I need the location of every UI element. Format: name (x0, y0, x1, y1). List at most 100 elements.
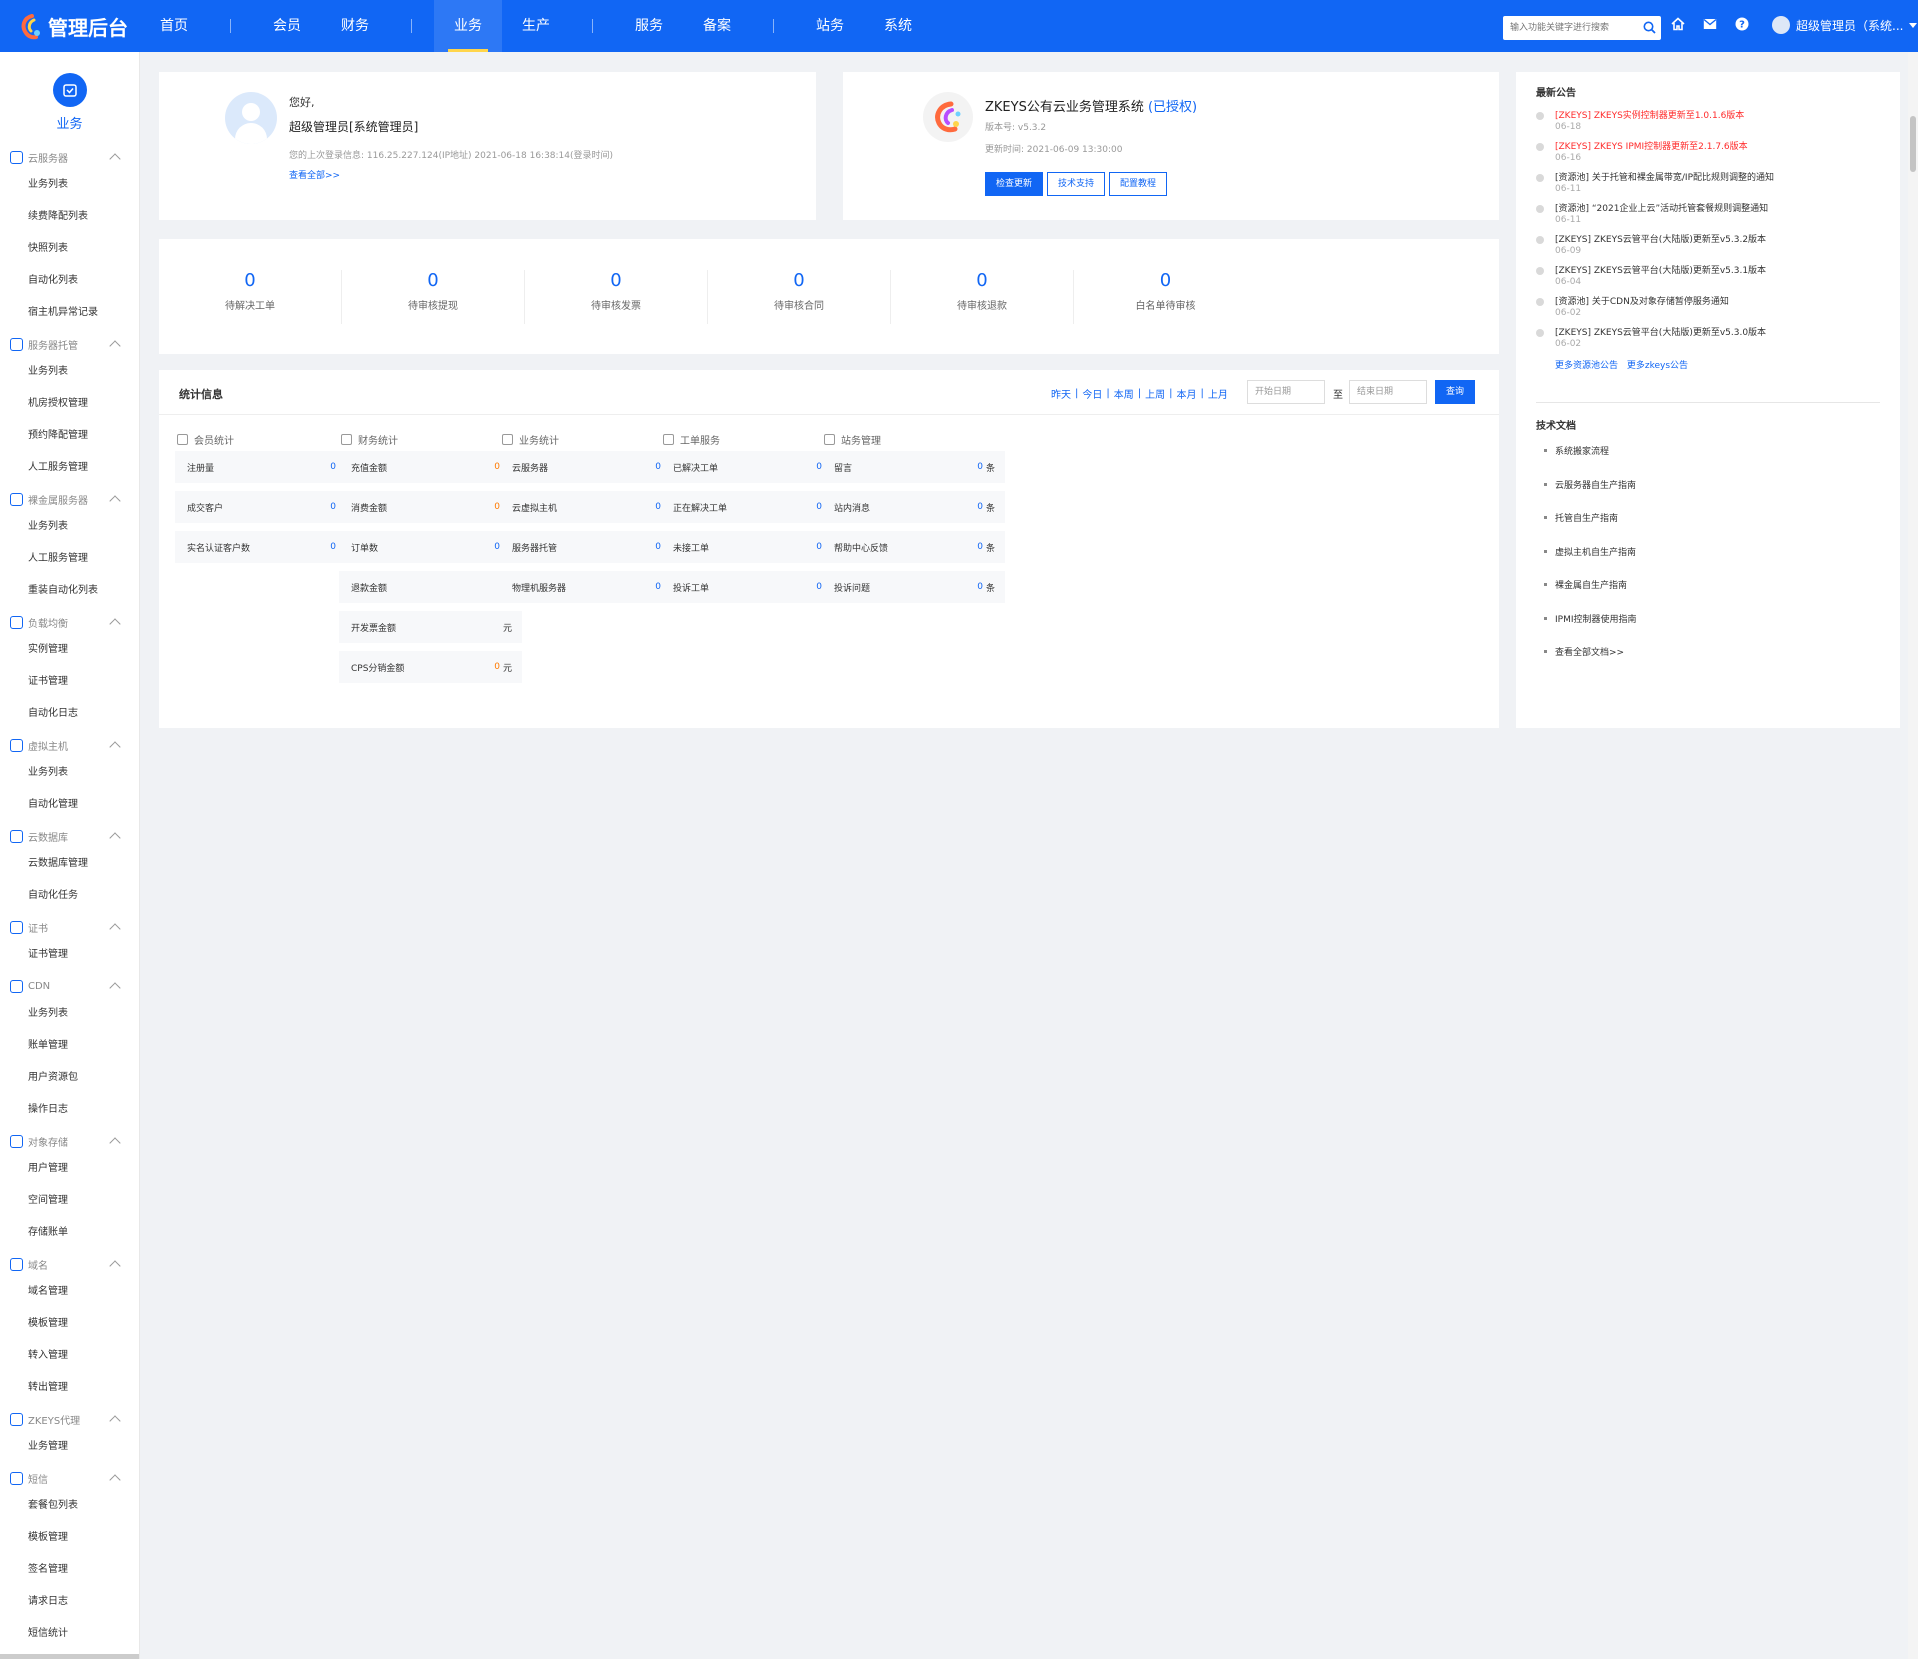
sidebar-item[interactable]: 域名管理 (0, 1276, 139, 1308)
start-date-input[interactable]: 开始日期 (1247, 380, 1325, 404)
sidebar-item[interactable]: 短信统计 (0, 1618, 139, 1650)
nav-filing[interactable]: 备案 (683, 0, 751, 52)
stat-row[interactable]: 退款金额元 (339, 571, 522, 603)
stat-row[interactable]: 订单数0单 (339, 531, 522, 563)
stat-row[interactable]: 已解决工单0单 (661, 451, 844, 483)
chevron-up-icon[interactable] (109, 982, 121, 994)
sidebar-item[interactable]: 实例管理 (0, 634, 139, 666)
stat-row[interactable]: 服务器托管0台 (500, 531, 683, 563)
sidebar-item[interactable]: 签名管理 (0, 1554, 139, 1586)
sidebar-item[interactable]: 用户管理 (0, 1153, 139, 1185)
stat-row[interactable]: 投诉问题 0 条 (822, 571, 1005, 603)
chevron-up-icon[interactable] (109, 1260, 121, 1272)
notice-item[interactable]: [ZKEYS] ZKEYS IPMI控制器更新至2.1.7.6版本 06-16 (1536, 139, 1748, 163)
pending-tickets[interactable]: 0 待解决工单 (159, 269, 342, 324)
user-menu[interactable]: 超级管理员（系统... (1772, 16, 1918, 34)
notice-title[interactable]: [资源池] 关于托管和裸金属带宽/IP配比规则调整的通知 (1555, 170, 1774, 183)
stat-row[interactable]: 未接工单0单 (661, 531, 844, 563)
chevron-up-icon[interactable] (109, 1415, 121, 1427)
pending-whitelist[interactable]: 0 白名单待审核 (1074, 270, 1257, 324)
sidebar-item[interactable]: 存储账单 (0, 1217, 139, 1249)
nav-site[interactable]: 站务 (796, 0, 864, 52)
sidebar-group[interactable]: 裸金属服务器 (0, 487, 139, 511)
sidebar-item[interactable]: 业务列表 (0, 998, 139, 1030)
sidebar-group[interactable]: 虚拟主机 (0, 733, 139, 757)
pending-contracts[interactable]: 0 待审核合同 (708, 269, 891, 324)
sidebar-item[interactable]: 业务列表 (0, 356, 139, 388)
stat-row[interactable]: 成交客户0位 (175, 491, 358, 523)
chevron-up-icon[interactable] (109, 923, 121, 935)
mail-icon[interactable] (1702, 16, 1718, 32)
more-zkeys-notices-link[interactable]: 更多zkeys公告 (1627, 361, 1688, 371)
stat-row[interactable]: 投诉工单0单 (661, 571, 844, 603)
end-date-input[interactable]: 结束日期 (1349, 380, 1427, 404)
chevron-up-icon[interactable] (109, 741, 121, 753)
doc-link[interactable]: 云服务器自生产指南 (1544, 478, 1636, 491)
sidebar-group[interactable]: 证书 (0, 915, 139, 939)
search-input[interactable] (1503, 16, 1633, 40)
chevron-up-icon[interactable] (109, 618, 121, 630)
stat-row[interactable]: 留言 0 条 (822, 451, 1005, 483)
help-icon[interactable]: ? (1734, 16, 1750, 32)
filter-yesterday[interactable]: 昨天 (1051, 386, 1071, 401)
sidebar-item[interactable]: 预约降配管理 (0, 420, 139, 452)
sidebar-item[interactable]: 业务列表 (0, 511, 139, 543)
sidebar-group[interactable]: 服务器托管 (0, 332, 139, 356)
pending-invoices[interactable]: 0 待审核发票 (525, 269, 708, 324)
stat-row[interactable]: 物理机服务器0台 (500, 571, 683, 603)
chevron-up-icon[interactable] (109, 1474, 121, 1486)
sidebar-item[interactable]: 自动化日志 (0, 698, 139, 730)
chevron-up-icon[interactable] (109, 1137, 121, 1149)
sidebar-group[interactable]: ZKEYS代理 (0, 1407, 139, 1431)
nav-system[interactable]: 系统 (864, 0, 932, 52)
chevron-up-icon[interactable] (109, 340, 121, 352)
check-update-button[interactable]: 检查更新 (985, 172, 1044, 196)
config-guide-button[interactable]: 配置教程 (1109, 172, 1168, 196)
notice-item[interactable]: [ZKEYS] ZKEYS实例控制器更新至1.0.1.6版本 06-18 (1536, 108, 1744, 132)
notice-item[interactable]: [资源池] 关于CDN及对象存储暂停服务通知 06-02 (1536, 294, 1729, 318)
sidebar-item[interactable]: 业务列表 (0, 169, 139, 201)
notice-item[interactable]: [ZKEYS] ZKEYS云管平台(大陆版)更新至v5.3.2版本 06-09 (1536, 232, 1766, 256)
stat-row[interactable]: 云虚拟主机0台 (500, 491, 683, 523)
sidebar-item[interactable]: 自动化管理 (0, 789, 139, 821)
notice-title[interactable]: [ZKEYS] ZKEYS云管平台(大陆版)更新至v5.3.2版本 (1555, 232, 1766, 245)
chevron-up-icon[interactable] (109, 153, 121, 165)
stat-row[interactable]: CPS分销金额 0 元 (339, 651, 522, 683)
sidebar-item[interactable]: 重装自动化列表 (0, 575, 139, 607)
notice-title[interactable]: [资源池] “2021企业上云”活动托管套餐规则调整通知 (1555, 201, 1768, 214)
doc-link[interactable]: 系统搬家流程 (1544, 444, 1609, 457)
sidebar-item[interactable]: 宿主机异常记录 (0, 297, 139, 329)
pending-withdrawals[interactable]: 0 待审核提现 (342, 269, 525, 324)
chevron-up-icon[interactable] (109, 832, 121, 844)
sidebar-item[interactable]: 人工服务管理 (0, 452, 139, 484)
notice-item[interactable]: [资源池] 关于托管和裸金属带宽/IP配比规则调整的通知 06-11 (1536, 170, 1774, 194)
sidebar-item[interactable]: 操作日志 (0, 1094, 139, 1126)
sidebar-item[interactable]: 转出管理 (0, 1372, 139, 1404)
notice-title[interactable]: [ZKEYS] ZKEYS实例控制器更新至1.0.1.6版本 (1555, 108, 1744, 121)
sidebar-item[interactable]: 人工服务管理 (0, 543, 139, 575)
sidebar-item[interactable]: 账单管理 (0, 1030, 139, 1062)
logo[interactable]: 管理后台 (18, 12, 128, 41)
filter-last-month[interactable]: 上月 (1208, 386, 1228, 401)
query-button[interactable]: 查询 (1435, 380, 1476, 404)
sidebar-item[interactable]: 套餐包列表 (0, 1490, 139, 1522)
sidebar-item[interactable]: 续费降配列表 (0, 201, 139, 233)
nav-business[interactable]: 业务 (434, 0, 502, 52)
stat-row[interactable]: 正在解决工单0单 (661, 491, 844, 523)
notice-title[interactable]: [ZKEYS] ZKEYS云管平台(大陆版)更新至v5.3.0版本 (1555, 325, 1766, 338)
stat-row[interactable]: 实名认证客户数0位 (175, 531, 358, 563)
page-scrollbar[interactable] (1908, 52, 1918, 1659)
view-all-link[interactable]: 查看全部>> (289, 168, 340, 181)
sidebar-item[interactable]: 业务列表 (0, 757, 139, 789)
chevron-up-icon[interactable] (109, 495, 121, 507)
filter-today[interactable]: 今日 (1082, 386, 1102, 401)
notice-title[interactable]: [ZKEYS] ZKEYS IPMI控制器更新至2.1.7.6版本 (1555, 139, 1748, 152)
tech-support-button[interactable]: 技术支持 (1047, 172, 1106, 196)
notice-item[interactable]: [ZKEYS] ZKEYS云管平台(大陆版)更新至v5.3.0版本 06-02 (1536, 325, 1766, 349)
more-pool-notices-link[interactable]: 更多资源池公告 (1555, 361, 1618, 371)
sidebar-item[interactable]: 证书管理 (0, 666, 139, 698)
scrollbar-thumb[interactable] (1910, 116, 1916, 172)
sidebar-group[interactable]: CDN (0, 974, 139, 998)
sidebar-item[interactable]: 业务管理 (0, 1431, 139, 1463)
sidebar-item[interactable]: 自动化任务 (0, 880, 139, 912)
